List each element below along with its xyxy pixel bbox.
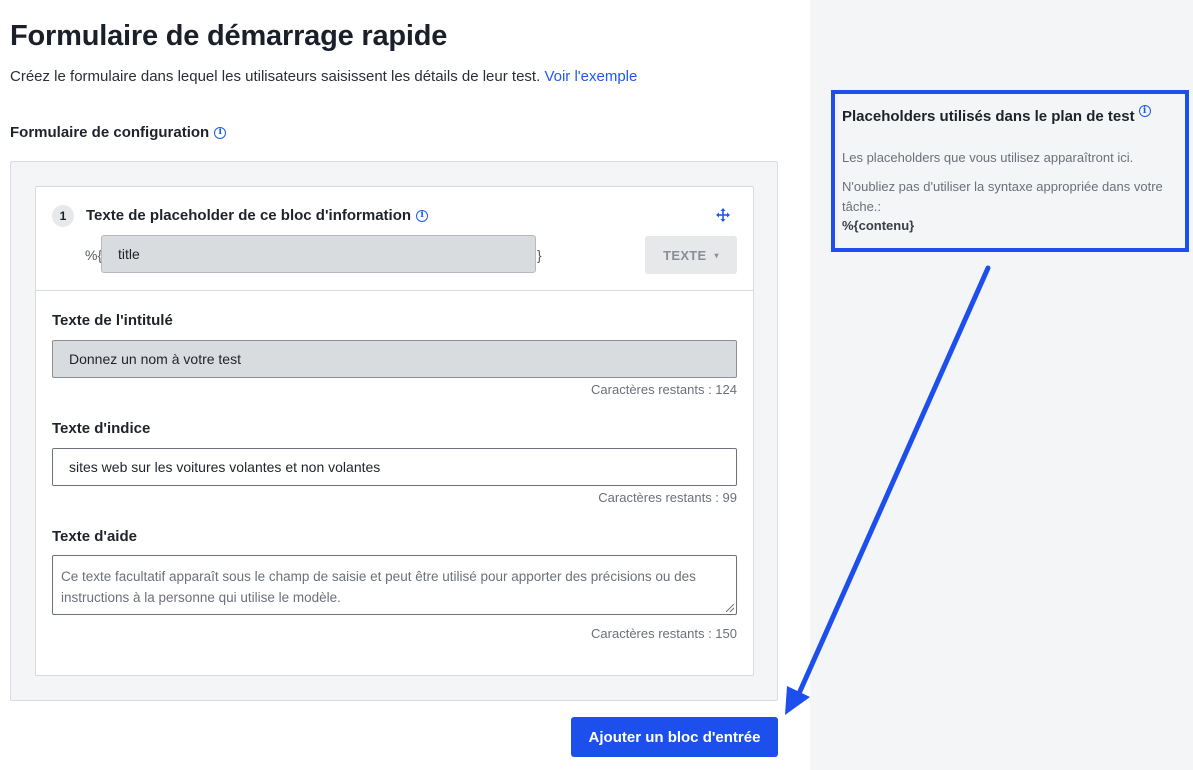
placeholder-prefix: %{ <box>85 247 103 263</box>
block-title: Texte de placeholder de ce bloc d'inform… <box>86 207 429 224</box>
label-char-counter: Caractères restants : 124 <box>591 382 737 397</box>
page-title: Formulaire de démarrage rapide <box>10 20 448 52</box>
input-block-card: 1 Texte de placeholder de ce bloc d'info… <box>35 186 754 676</box>
placeholder-suffix: } <box>537 247 542 263</box>
move-icon[interactable] <box>716 208 730 222</box>
example-link[interactable]: Voir l'exemple <box>544 68 637 85</box>
hint-field-label: Texte d'indice <box>52 420 151 437</box>
hint-panel-title: Placeholders utilisés dans le plan de te… <box>842 105 1151 125</box>
page-subtitle: Créez le formulaire dans lequel les util… <box>10 68 637 85</box>
label-text-input[interactable]: Donnez un nom à votre test <box>52 340 737 378</box>
main-area: Formulaire de démarrage rapide Créez le … <box>0 0 810 770</box>
hint-char-counter: Caractères restants : 99 <box>598 490 737 505</box>
help-text-area[interactable]: Ce texte facultatif apparaît sous le cha… <box>52 555 737 615</box>
type-dropdown-label: TEXTE <box>663 247 707 263</box>
block-header: 1 Texte de placeholder de ce bloc d'info… <box>36 187 753 291</box>
info-icon[interactable]: i <box>1138 105 1151 117</box>
type-dropdown[interactable]: TEXTE ▾ <box>645 236 737 274</box>
placeholders-hint-panel: Placeholders utilisés dans le plan de te… <box>831 90 1189 252</box>
hint-syntax: %{contenu} <box>842 218 915 233</box>
add-input-block-button[interactable]: Ajouter un bloc d'entrée <box>571 717 778 757</box>
label-field-label: Texte de l'intitulé <box>52 312 173 329</box>
resize-handle-icon[interactable] <box>726 604 734 612</box>
help-field-label: Texte d'aide <box>52 528 137 545</box>
config-section-title: Formulaire de configuration i <box>10 124 227 141</box>
hint-line-1: Les placeholders que vous utilisez appar… <box>842 150 1134 165</box>
placeholder-name-input[interactable]: title <box>101 235 536 273</box>
block-title-text: Texte de placeholder de ce bloc d'inform… <box>86 207 412 224</box>
subtitle-text: Créez le formulaire dans lequel les util… <box>10 68 541 85</box>
chevron-down-icon: ▾ <box>714 250 719 260</box>
hint-text-input[interactable]: sites web sur les voitures volantes et n… <box>52 448 737 486</box>
config-panel: 1 Texte de placeholder de ce bloc d'info… <box>10 161 778 701</box>
help-text-placeholder: Ce texte facultatif apparaît sous le cha… <box>61 569 696 605</box>
config-title-text: Formulaire de configuration <box>10 124 210 141</box>
info-icon[interactable]: i <box>214 126 227 139</box>
help-char-counter: Caractères restants : 150 <box>591 626 737 641</box>
hint-title-text: Placeholders utilisés dans le plan de te… <box>842 108 1135 125</box>
info-icon[interactable]: i <box>416 209 429 222</box>
block-number-badge: 1 <box>52 205 74 227</box>
hint-line-2: N'oubliez pas d'utiliser la syntaxe appr… <box>842 179 1163 214</box>
